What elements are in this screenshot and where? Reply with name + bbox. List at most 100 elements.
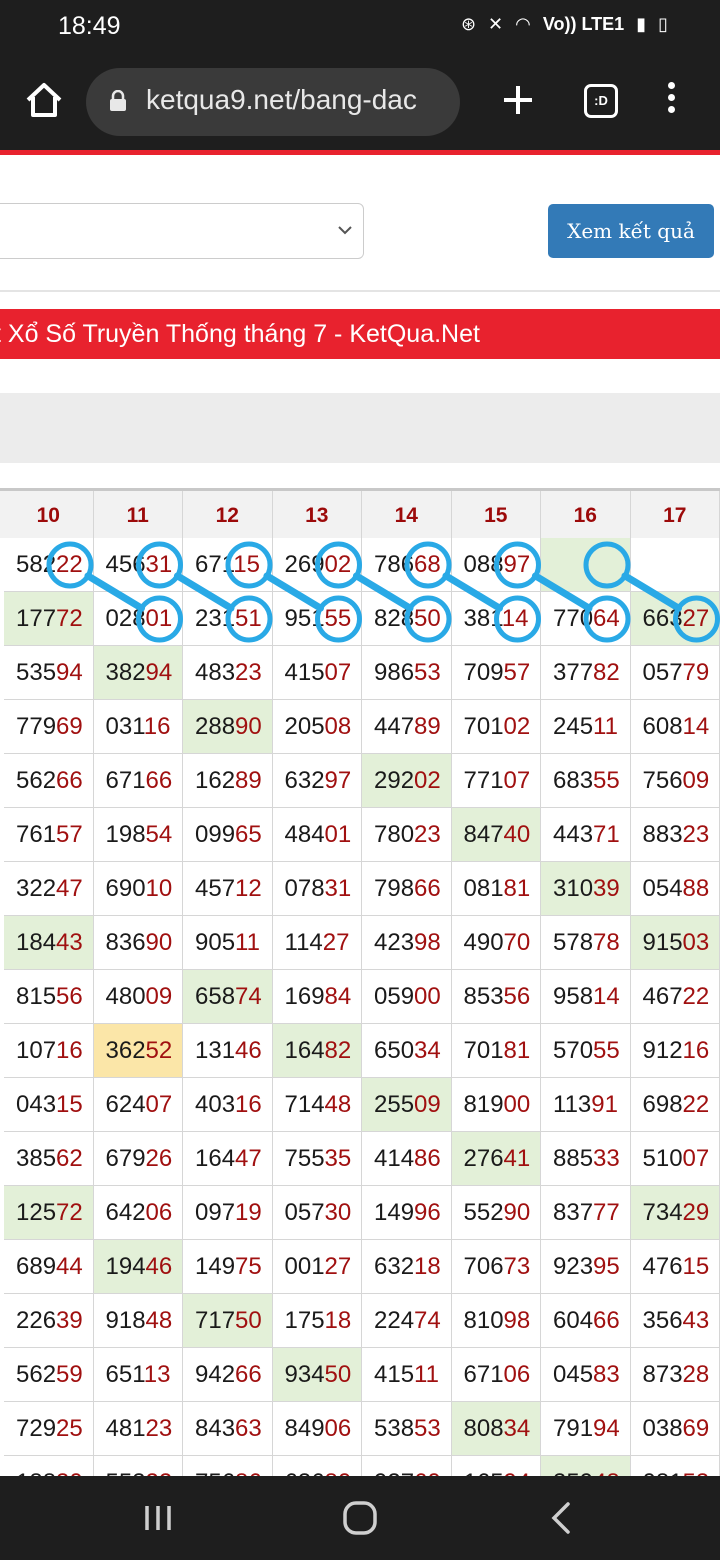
cell-lead-digits: 414 [374,1145,415,1172]
cell-lead-digits: 099 [195,821,236,848]
cell-tail-digits: 48 [145,1307,173,1334]
cell-tail-digits: 03 [682,929,710,956]
view-results-button[interactable]: Xem kết quả [548,204,714,258]
cell-lead-digits: 114 [284,929,323,956]
divider [0,290,720,292]
table-cell: 02801 [93,592,183,646]
tabs-button[interactable]: :D [584,84,618,118]
new-tab-button[interactable] [496,78,540,122]
more-vert-icon[interactable] [654,78,688,122]
cell-tail-digits: 02 [503,713,531,740]
cell-tail-digits: 55 [593,767,620,794]
cell-lead-digits: 849 [284,1415,325,1442]
cell-tail-digits: 69 [56,713,83,740]
status-icons: ⊛ ✕ ◠ Vo)) LTE1 ▮ ▯ [461,14,668,35]
table-cell: 16984 [272,970,362,1024]
table-cell: 65113 [93,1348,183,1402]
cell-lead-digits: 883 [642,821,683,848]
cell-lead-digits: 447 [374,713,415,740]
table-cell: 07831 [272,862,362,916]
table-cell: 45712 [183,862,273,916]
cell-tail-digits: 86 [414,1145,441,1172]
table-cell: 19854 [93,808,183,862]
column-header: 13 [273,491,362,541]
cell-tail-digits: 35 [324,1145,352,1172]
cell-tail-digits: 47 [56,875,83,902]
table-cell: 67115 [183,538,273,592]
cell-lead-digits: 322 [16,875,57,902]
table-cell: 38294 [93,646,183,700]
cell-lead-digits: 755 [284,1145,325,1172]
table-cell [541,538,631,592]
cell-tail-digits: 70 [503,929,531,956]
cell-tail-digits: 55 [593,1037,620,1064]
table-cell: 08153 [631,1456,720,1476]
cell-lead-digits: 562 [16,1361,57,1388]
table-cell: 67106 [451,1348,541,1402]
cell-lead-digits: 658 [195,983,236,1010]
cell-lead-digits: 131 [195,1037,236,1064]
table-cell: 16594 [452,1456,541,1476]
cell-tail-digits: 98 [414,929,441,956]
table-cell: 19446 [93,1240,183,1294]
table-cell: 05730 [272,1186,362,1240]
cell-tail-digits: 94 [145,659,173,686]
cell-lead-digits: 480 [105,983,146,1010]
cell-tail-digits: 08 [324,713,352,740]
cell-tail-digits: 31 [324,875,352,902]
cell-lead-digits: 403 [195,1091,236,1118]
cell-lead-digits: 552 [463,1199,504,1226]
table-cell: 40316 [183,1078,273,1132]
cell-tail-digits: 23 [682,821,710,848]
table-cell: 58222 [4,538,94,592]
status-time: 18:49 [58,12,121,40]
cell-tail-digits: 27 [322,929,350,956]
table-cell: 42398 [362,916,452,970]
cell-lead-digits: 169 [284,983,325,1010]
signal-icon: ▮ [636,14,647,34]
table-cell: 80834 [451,1402,541,1456]
cell-tail-digits: 23 [145,1415,173,1442]
cell-tail-digits: 10 [145,875,173,902]
cell-lead-digits: 198 [105,821,146,848]
cell-tail-digits: 22 [682,983,710,1010]
table-cell: 37782 [541,646,631,700]
table-cell: 60466 [541,1294,631,1348]
back-icon[interactable] [546,1498,576,1538]
table-cell: 41507 [272,646,362,700]
cell-lead-digits: 701 [463,1037,504,1064]
url-bar[interactable]: ketqua9.net/bang-dac [86,68,460,136]
cell-tail-digits: 79 [682,659,710,686]
cell-tail-digits: 74 [235,983,262,1010]
table-cell: 27641 [451,1132,541,1186]
cell-tail-digits: 39 [593,875,620,902]
table-cell [630,538,720,592]
plus-icon [504,86,532,114]
cell-tail-digits: 53 [414,659,441,686]
recents-icon[interactable] [140,1500,176,1536]
home-icon[interactable] [22,78,66,122]
table-cell: 71750 [183,1294,273,1348]
cell-tail-digits: 50 [235,1307,262,1334]
table-cell: 41486 [362,1132,452,1186]
table-cell: 53853 [362,1402,452,1456]
date-select[interactable] [0,203,364,259]
home-nav-icon[interactable] [340,1498,380,1538]
tabs-icon: :D [594,93,608,108]
cell-tail-digits: 72 [56,605,83,632]
cell-tail-digits: 94 [593,1415,620,1442]
cell-lead-digits: 604 [553,1307,594,1334]
cell-tail-digits: 48 [593,1469,620,1476]
table-cell: 25509 [362,1078,452,1132]
cell-tail-digits: 53 [414,1415,441,1442]
cell-lead-digits: 562 [16,767,57,794]
cell-lead-digits: 001 [284,1253,325,1280]
cell-lead-digits: 490 [463,929,504,956]
table-cell: 75535 [272,1132,362,1186]
cell-tail-digits: 22 [682,1091,710,1118]
cell-tail-digits: 16 [143,713,171,740]
table-cell: 70673 [451,1240,541,1294]
cell-lead-digits: 205 [284,713,325,740]
cell-tail-digits: 28 [682,1361,710,1388]
cell-tail-digits: 57 [56,821,83,848]
